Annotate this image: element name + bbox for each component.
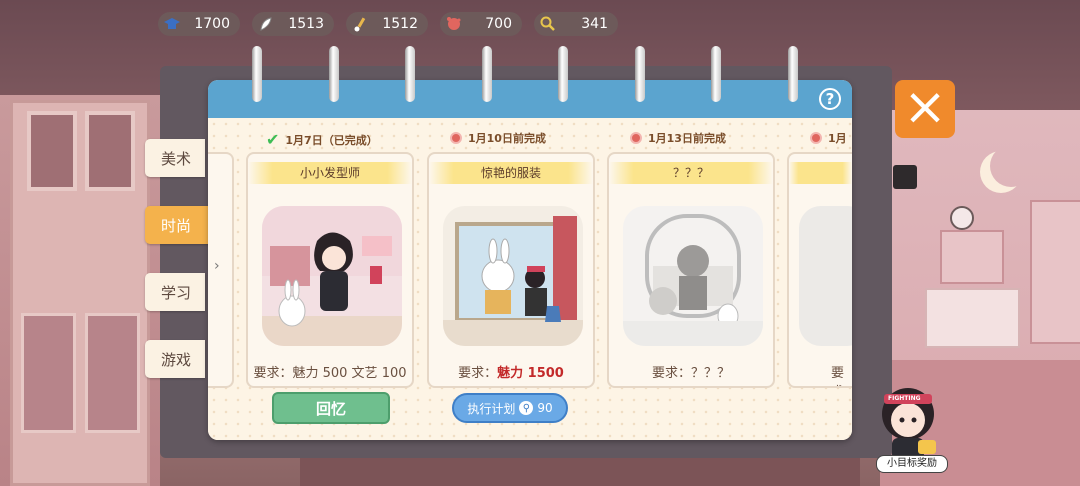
clock-alert-icon — [450, 132, 462, 144]
card-date: 1月 — [810, 130, 847, 146]
wall-panel — [940, 230, 1004, 284]
card-date: ✔ 1月7日（已完成） — [266, 130, 378, 149]
tab-study[interactable]: 学习 — [145, 273, 205, 311]
card-date-text: 1月7日（已完成） — [285, 133, 378, 147]
tab-label: 游戏 — [161, 350, 192, 369]
execute-cost: 90 — [537, 401, 553, 415]
card-requirement: 要求：魅力 500 文艺 100 — [253, 366, 407, 381]
cabinet-window — [85, 111, 135, 191]
help-label: ? — [825, 90, 835, 108]
binder-ring — [405, 46, 415, 102]
card-date-text: 1月13日前完成 — [648, 132, 726, 145]
wall-clock — [950, 206, 974, 230]
card-requirement: 要求：魅力 1500 — [429, 362, 593, 381]
previous-card-edge — [208, 152, 234, 388]
card-requirement: 要求：？？？ — [651, 366, 730, 381]
magnifier-icon — [538, 14, 558, 34]
resource-insight: 341 — [534, 12, 618, 36]
dresser — [925, 288, 1020, 348]
plan-card-hairstylist[interactable]: 小小发型师 要求：魅力 500 文艺 100 — [246, 152, 414, 388]
plan-card-next[interactable]: 要求 — [787, 152, 852, 388]
tab-art[interactable]: 美术 — [145, 139, 205, 177]
card-title: 小小发型师 — [248, 162, 412, 184]
card-requirement-prefix: 要求： — [458, 366, 498, 381]
resource-value: 341 — [581, 16, 608, 32]
card-title: ？？？ — [609, 162, 773, 184]
resource-value: 1700 — [194, 16, 230, 32]
card-requirement: 要求 — [831, 366, 845, 386]
binder-ring — [558, 46, 568, 102]
checkmark-icon: ✔ — [266, 130, 280, 149]
paintbrush-icon — [350, 14, 370, 34]
card-title: 惊艳的服装 — [429, 162, 593, 184]
resource-value: 700 — [485, 16, 512, 32]
magnifier-icon: ⚲ — [519, 401, 534, 415]
close-icon: × — [903, 77, 947, 137]
card-date-text: 1月10日前完成 — [468, 132, 546, 145]
binder-ring — [329, 46, 339, 102]
binder-ring — [711, 46, 721, 102]
card-requirement-highlight: 魅力 1500 — [497, 366, 564, 381]
plan-card-locked[interactable]: ？？？ 要求：？？？ — [607, 152, 775, 388]
tab-label: 美术 — [161, 149, 192, 168]
chevron-left-icon[interactable]: › — [214, 258, 220, 274]
tab-label: 学习 — [161, 283, 192, 302]
binder-ring — [788, 46, 798, 102]
resource-value: 1513 — [288, 16, 324, 32]
cabinet — [10, 100, 150, 486]
card-illustration-locked — [623, 206, 763, 346]
cabinet-drawer — [21, 313, 76, 433]
tab-game[interactable]: 游戏 — [145, 340, 205, 378]
card-illustration-locked — [799, 206, 852, 346]
tab-label: 时尚 — [161, 216, 192, 235]
reward-label: 小目标奖励 — [876, 455, 948, 473]
resource-literature: 1513 — [252, 12, 334, 36]
recall-button[interactable]: 回忆 — [272, 392, 390, 424]
tab-fashion[interactable]: 时尚 — [145, 206, 211, 244]
tv — [893, 165, 917, 189]
card-illustration — [262, 206, 402, 346]
binder-ring — [252, 46, 262, 102]
resource-art: 1512 — [346, 12, 428, 36]
help-button[interactable]: ? — [819, 88, 841, 110]
resource-value: 1512 — [382, 16, 418, 32]
binder-ring — [635, 46, 645, 102]
graduation-cap-icon — [162, 14, 182, 34]
notebook-header — [208, 80, 852, 118]
reward-badge: FIGHTING — [888, 395, 921, 402]
cabinet-window — [27, 111, 77, 191]
recall-label: 回忆 — [315, 399, 346, 418]
execute-label: 执行计划 — [467, 401, 516, 416]
card-date-text: 1月 — [828, 132, 847, 145]
clock-alert-icon — [630, 132, 642, 144]
moon-decoration — [990, 145, 1032, 187]
card-illustration — [443, 206, 583, 346]
resource-education: 1700 — [158, 12, 240, 36]
card-date: 1月13日前完成 — [630, 130, 726, 146]
card-title — [789, 162, 852, 184]
close-button[interactable]: × — [895, 80, 955, 138]
cabinet-drawer — [85, 313, 140, 433]
execute-plan-button[interactable]: 执行计划 ⚲ 90 — [452, 393, 568, 423]
binder-ring — [482, 46, 492, 102]
feather-icon — [256, 14, 276, 34]
clock-alert-icon — [810, 132, 822, 144]
shelf — [1030, 200, 1080, 344]
card-date: 1月10日前完成 — [450, 130, 546, 146]
heart-splat-icon — [444, 14, 464, 34]
plan-card-stunning-outfit[interactable]: 惊艳的服装 要求：魅力 1500 — [427, 152, 595, 388]
resource-charm: 700 — [440, 12, 522, 36]
